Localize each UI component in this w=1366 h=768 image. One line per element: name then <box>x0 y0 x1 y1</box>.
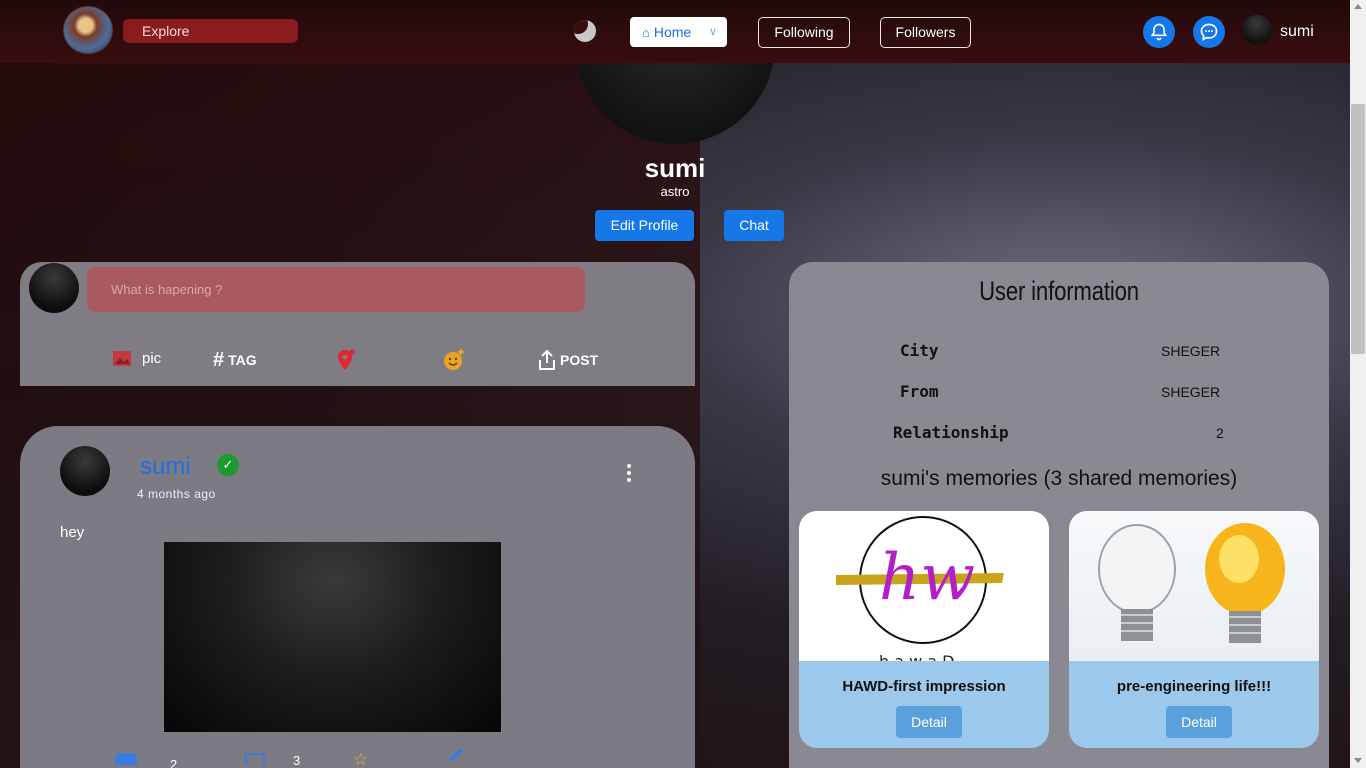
profile-subtitle: astro <box>660 184 690 199</box>
verified-icon: ✓ <box>217 454 239 476</box>
chat-button[interactable]: Chat <box>724 210 784 241</box>
memory-detail-button[interactable]: Detail <box>896 706 962 738</box>
relationship-label: Relationship <box>893 423 1009 442</box>
post-label: POST <box>560 352 599 368</box>
like-icon[interactable] <box>115 753 137 765</box>
user-info-title: User information <box>979 276 1139 306</box>
comment-count: 3 <box>293 753 301 768</box>
post-text: hey <box>60 524 85 541</box>
like-count: 2 <box>170 757 178 768</box>
memory-image-hawd: hw h a w a D <box>799 511 1049 671</box>
home-label: Home <box>653 24 692 40</box>
memory-name: pre-engineering life!!! <box>1116 678 1272 695</box>
from-label: From <box>900 382 939 401</box>
location-icon <box>338 349 355 370</box>
memory-image-bulbs <box>1069 511 1319 661</box>
image-icon <box>113 351 131 366</box>
messages-button[interactable] <box>1193 16 1225 48</box>
svg-text:h a w a D: h a w a D <box>879 652 955 661</box>
pic-button[interactable]: pic <box>112 346 161 370</box>
chat-icon <box>1200 23 1218 41</box>
post-button[interactable]: POST <box>538 348 598 372</box>
post-image[interactable] <box>164 542 501 732</box>
following-button[interactable]: Following <box>758 17 850 48</box>
app-logo[interactable] <box>63 6 113 54</box>
post-username[interactable]: sumi <box>140 453 191 481</box>
comment-icon[interactable] <box>245 753 265 765</box>
emoji-icon <box>444 349 464 370</box>
profile-name: sumi <box>644 153 706 183</box>
status-input[interactable] <box>87 267 585 312</box>
relationship-value: 2 <box>1216 425 1224 441</box>
tag-button[interactable]: # TAG <box>213 348 257 372</box>
hash-icon: # <box>213 348 225 371</box>
share-post-icon[interactable] <box>448 748 464 762</box>
post-avatar[interactable] <box>60 446 110 496</box>
memory-name: HAWD-first impression <box>842 678 1006 695</box>
memory-card: hw h a w a D HAWD-first impression Detai… <box>799 511 1049 748</box>
tag-label: TAG <box>228 352 257 368</box>
city-label: City <box>900 341 939 360</box>
home-dropdown[interactable]: ⌂ Home ∨ <box>630 17 727 47</box>
home-icon: ⌂ <box>642 25 650 40</box>
memory-detail-button[interactable]: Detail <box>1166 706 1232 738</box>
scroll-down-icon[interactable] <box>1354 758 1362 763</box>
user-avatar[interactable] <box>1242 15 1272 45</box>
kebab-icon[interactable] <box>625 464 633 486</box>
share-icon <box>539 349 555 370</box>
from-value: SHEGER <box>1161 384 1221 400</box>
notifications-button[interactable] <box>1143 16 1175 48</box>
memories-title: sumi's memories (3 shared memories) <box>880 467 1238 490</box>
city-value: SHEGER <box>1161 343 1221 359</box>
composer-avatar <box>29 263 79 313</box>
scroll-up-icon[interactable] <box>1354 4 1362 9</box>
location-button[interactable] <box>335 348 357 372</box>
edit-profile-button[interactable]: Edit Profile <box>595 210 694 241</box>
explore-search[interactable]: Explore <box>123 19 298 43</box>
post-card: sumi ✓ 4 months ago hey 2 3 ☆ <box>20 426 695 768</box>
emoji-button[interactable] <box>442 348 466 372</box>
chevron-down-icon: ∨ <box>708 26 717 38</box>
moon-icon[interactable] <box>574 20 596 42</box>
nav-username[interactable]: sumi <box>1280 23 1314 41</box>
followers-button[interactable]: Followers <box>880 17 971 48</box>
scrollbar-thumb[interactable] <box>1351 104 1365 354</box>
svg-text:hw: hw <box>879 541 975 615</box>
memory-card: pre-engineering life!!! Detail <box>1069 511 1319 748</box>
pic-label: pic <box>142 349 162 367</box>
user-info-panel: User information City SHEGER From SHEGER… <box>789 262 1329 768</box>
bell-icon <box>1150 23 1168 41</box>
star-icon[interactable]: ☆ <box>353 750 368 768</box>
navbar: Explore ⌂ Home ∨ Following Followers sumi <box>0 0 1350 63</box>
post-timestamp: 4 months ago <box>137 487 216 501</box>
post-composer: pic # TAG POST <box>20 262 695 386</box>
